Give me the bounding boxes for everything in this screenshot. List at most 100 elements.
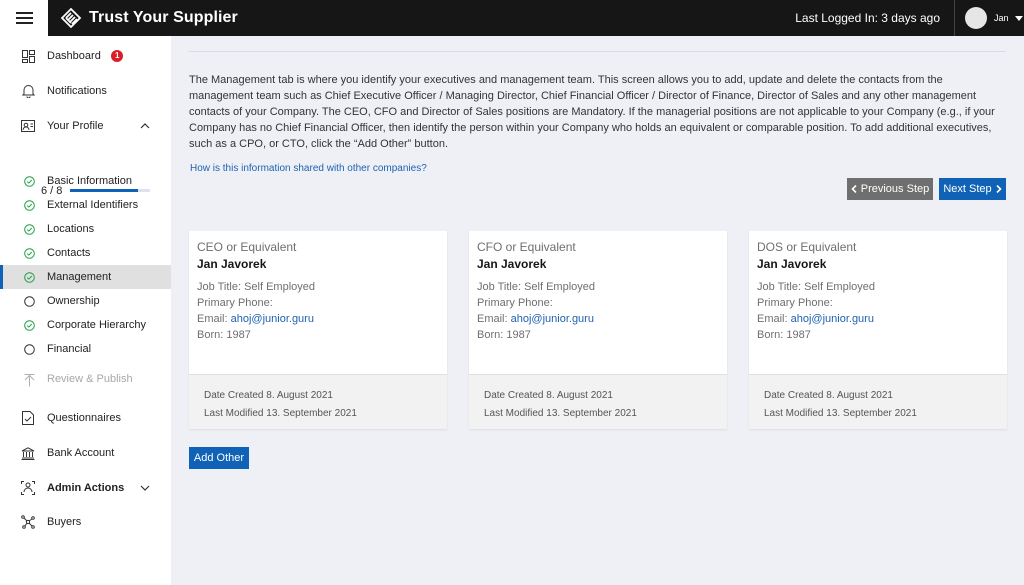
- notification-count-badge: 1: [111, 50, 124, 62]
- sidebar-subitem-label: Corporate Hierarchy: [47, 319, 147, 331]
- check-circle-icon: [24, 175, 35, 187]
- contact-job-title: Job Title: Self Employed: [477, 281, 596, 293]
- previous-step-label: Previous Step: [860, 183, 930, 195]
- check-circle-icon: [24, 199, 35, 211]
- contact-born: Born: 1987: [757, 329, 811, 341]
- sidebar-item-label: Dashboard: [47, 50, 101, 62]
- management-contact-card[interactable]: CEO or Equivalent Jan Javorek Job Title: S…: [189, 231, 447, 429]
- sidebar-subitem: Review & Publish: [0, 367, 171, 391]
- sidebar-subitem-label: Financial: [47, 343, 92, 355]
- bank-icon: [21, 446, 35, 460]
- card-body: CFO or Equivalent Jan Javorek Job Title: S…: [469, 231, 727, 374]
- contact-born: Born: 1987: [477, 329, 531, 341]
- contact-role: CFO or Equivalent: [477, 240, 576, 254]
- sidebar-subitem[interactable]: Ownership: [0, 289, 171, 313]
- questionnaire-icon: [21, 411, 35, 425]
- management-contact-card[interactable]: DOS or Equivalent Jan Javorek Job Title: S…: [749, 231, 1007, 429]
- card-body: DOS or Equivalent Jan Javorek Job Title: S…: [749, 231, 1007, 374]
- sidebar-subitem[interactable]: Locations: [0, 217, 171, 241]
- card-body: CEO or Equivalent Jan Javorek Job Title: S…: [189, 231, 447, 374]
- top-bar: Trust Your Supplier Last Logged In: 3 da…: [0, 0, 1024, 36]
- sidebar-subitem[interactable]: Financial: [0, 337, 171, 361]
- sidebar-subitem[interactable]: External Identifiers: [0, 193, 171, 217]
- check-circle-icon: [24, 247, 35, 259]
- contact-email-row: Email: ahoj@junior.guru: [197, 311, 439, 327]
- chevron-down-icon[interactable]: [140, 485, 150, 491]
- sidebar-subitem-label: External Identifiers: [47, 199, 139, 211]
- contact-phone: Primary Phone:: [197, 297, 273, 309]
- card-footer: Date Created 8. August 2021 Last Modified…: [749, 374, 1007, 429]
- sidebar-subitem[interactable]: Basic Information: [0, 169, 171, 193]
- contact-email-link[interactable]: ahoj@junior.guru: [231, 313, 314, 325]
- last-logged-in: Last Logged In: 3 days ago: [795, 11, 940, 25]
- chevron-up-icon[interactable]: [140, 123, 150, 129]
- contact-phone: Primary Phone:: [757, 297, 833, 309]
- contact-role: DOS or Equivalent: [757, 240, 857, 254]
- contact-born: Born: 1987: [197, 329, 251, 341]
- contact-name: Jan Javorek: [197, 257, 267, 271]
- check-circle-icon: [24, 223, 35, 235]
- chevron-right-icon: [996, 185, 1002, 193]
- date-created: Date Created 8. August 2021: [204, 390, 333, 401]
- check-circle-icon: [24, 319, 35, 331]
- date-created: Date Created 8. August 2021: [484, 390, 613, 401]
- contact-email-label: Email:: [477, 313, 508, 325]
- sidebar-item-label: Bank Account: [47, 447, 115, 459]
- sidebar-subitem-label: Management: [47, 271, 112, 283]
- sidebar-item-label: Your Profile: [47, 120, 104, 132]
- management-contact-card[interactable]: CFO or Equivalent Jan Javorek Job Title: S…: [469, 231, 727, 429]
- contact-email-row: Email: ahoj@junior.guru: [477, 311, 719, 327]
- add-other-button[interactable]: Add Other: [189, 447, 249, 469]
- admin-icon: [21, 481, 35, 495]
- sidebar-subitem-label: Contacts: [47, 247, 91, 259]
- next-step-button[interactable]: Next Step: [939, 178, 1006, 200]
- empty-circle-icon: [24, 343, 35, 355]
- contact-phone: Primary Phone:: [477, 297, 553, 309]
- last-modified: Last Modified 13. September 2021: [764, 408, 917, 419]
- sidebar-item-label: Buyers: [47, 516, 82, 528]
- app-title: Trust Your Supplier: [89, 9, 238, 26]
- profile-card-icon: [21, 119, 35, 133]
- next-step-label: Next Step: [943, 183, 992, 195]
- sidebar-subitem-label: Review & Publish: [47, 373, 133, 385]
- contact-email-label: Email:: [757, 313, 788, 325]
- info-shared-link[interactable]: How is this information shared with othe…: [190, 163, 427, 174]
- contact-email-link[interactable]: ahoj@junior.guru: [791, 313, 874, 325]
- hamburger-menu-icon[interactable]: [0, 0, 48, 36]
- brand[interactable]: Trust Your Supplier: [60, 7, 238, 29]
- brand-logo-icon: [60, 7, 82, 29]
- contact-name: Jan Javorek: [477, 257, 547, 271]
- contact-job-title: Job Title: Self Employed: [757, 281, 876, 293]
- sidebar-subitem-label: Locations: [47, 223, 95, 235]
- contact-email-link[interactable]: ahoj@junior.guru: [511, 313, 594, 325]
- sidebar-item-label: Admin Actions: [47, 482, 125, 494]
- empty-circle-icon: [24, 295, 35, 307]
- last-modified: Last Modified 13. September 2021: [204, 408, 357, 419]
- card-footer: Date Created 8. August 2021 Last Modified…: [469, 374, 727, 429]
- sidebar-item-label: Questionnaires: [47, 412, 121, 424]
- contact-email-row: Email: ahoj@junior.guru: [757, 311, 999, 327]
- sidebar-item-label: Notifications: [47, 85, 107, 97]
- contact-email-label: Email:: [197, 313, 228, 325]
- caret-down-icon: [1014, 15, 1023, 21]
- sidebar-subitem-label: Ownership: [47, 295, 100, 307]
- contact-role: CEO or Equivalent: [197, 240, 297, 254]
- avatar: [965, 7, 987, 29]
- check-circle-icon: [24, 271, 35, 283]
- last-modified: Last Modified 13. September 2021: [484, 408, 637, 419]
- sidebar-subitem[interactable]: Corporate Hierarchy: [0, 313, 171, 337]
- previous-step-button[interactable]: Previous Step: [847, 178, 933, 200]
- card-footer: Date Created 8. August 2021 Last Modified…: [189, 374, 447, 429]
- management-intro-text: The Management tab is where you identify…: [189, 74, 995, 150]
- sidebar: Dashboard 1 Notifications Your Profile 6…: [0, 36, 171, 585]
- chevron-left-icon: [851, 185, 857, 193]
- user-menu[interactable]: Jan: [954, 0, 1024, 36]
- sidebar-subitem-label: Basic Information: [47, 175, 132, 187]
- sidebar-subitem[interactable]: Contacts: [0, 241, 171, 265]
- header-divider: [188, 51, 1006, 52]
- date-created: Date Created 8. August 2021: [764, 390, 893, 401]
- contact-job-title: Job Title: Self Employed: [197, 281, 316, 293]
- user-name: Jan: [994, 13, 1009, 23]
- sidebar-subitem[interactable]: Management: [0, 265, 171, 289]
- buyers-network-icon: [21, 515, 35, 529]
